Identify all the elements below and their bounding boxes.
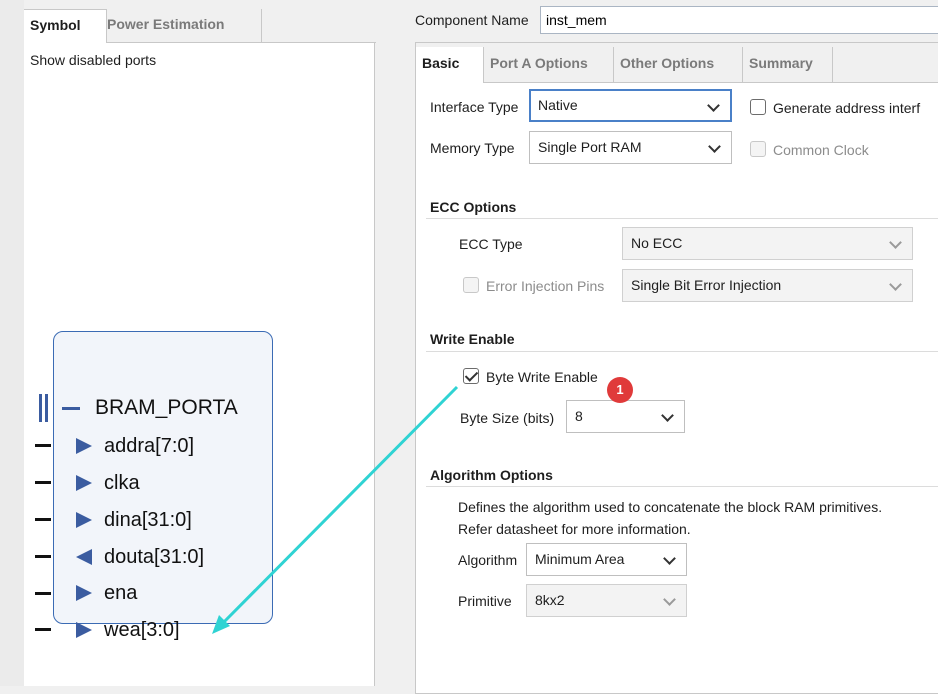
- input-arrow-icon: [76, 512, 92, 528]
- bus-connector-icon: [39, 394, 49, 422]
- memory-type-select[interactable]: Single Port RAM: [529, 131, 732, 164]
- port-wea: wea[3:0]: [104, 619, 180, 641]
- pin-line: [35, 518, 51, 521]
- byte-size-value: 8: [575, 408, 583, 424]
- left-tabbar: Symbol Power Estimation: [24, 6, 376, 44]
- algorithm-description-line2: Refer datasheet for more information.: [458, 521, 691, 537]
- generate-address-label: Generate address interf: [773, 100, 921, 116]
- interface-type-label: Interface Type: [430, 99, 519, 115]
- primitive-label: Primitive: [458, 593, 512, 609]
- pin-line: [35, 628, 51, 631]
- byte-size-label: Byte Size (bits): [460, 410, 555, 426]
- memory-type-label: Memory Type: [430, 140, 515, 156]
- tab-other-options[interactable]: Other Options: [614, 47, 743, 82]
- input-arrow-icon: [76, 585, 92, 601]
- algorithm-options-title: Algorithm Options: [430, 467, 553, 483]
- chevron-down-icon: [663, 593, 676, 606]
- chevron-down-icon: [889, 236, 902, 249]
- options-frame: Basic Port A Options Other Options Summa…: [415, 42, 938, 694]
- pin-line: [35, 481, 51, 484]
- section-divider: [426, 486, 938, 487]
- input-arrow-icon: [76, 622, 92, 638]
- error-injection-select[interactable]: Single Bit Error Injection: [622, 269, 913, 302]
- section-divider: [426, 351, 938, 352]
- chevron-down-icon: [661, 409, 674, 422]
- error-injection-checkbox[interactable]: [463, 277, 479, 293]
- memory-type-value: Single Port RAM: [538, 139, 642, 155]
- port-douta: douta[31:0]: [104, 546, 205, 568]
- primitive-select[interactable]: 8kx2: [526, 584, 687, 617]
- input-arrow-icon: [76, 438, 92, 454]
- algorithm-description-line1: Defines the algorithm used to concatenat…: [458, 499, 883, 515]
- ecc-type-select[interactable]: No ECC: [622, 227, 913, 260]
- byte-write-enable-checkbox[interactable]: [463, 368, 479, 384]
- byte-size-select[interactable]: 8: [566, 400, 685, 433]
- tab-symbol[interactable]: Symbol: [24, 9, 107, 44]
- generate-address-checkbox[interactable]: [750, 99, 766, 115]
- section-divider: [426, 218, 938, 219]
- interface-type-select[interactable]: Native: [529, 89, 732, 122]
- ecc-type-label: ECC Type: [459, 236, 523, 252]
- chevron-down-icon: [663, 552, 676, 565]
- primitive-value: 8kx2: [535, 592, 565, 608]
- component-name-input[interactable]: [540, 6, 938, 34]
- common-clock-checkbox[interactable]: [750, 141, 766, 157]
- collapse-icon[interactable]: [62, 407, 80, 410]
- port-addra: addra[7:0]: [104, 435, 195, 457]
- byte-write-enable-label: Byte Write Enable: [486, 369, 598, 385]
- algorithm-select[interactable]: Minimum Area: [526, 543, 687, 576]
- pin-line: [35, 592, 51, 595]
- tab-port-a-options[interactable]: Port A Options: [484, 47, 614, 82]
- algorithm-label: Algorithm: [458, 552, 518, 568]
- component-name-label: Component Name: [415, 12, 529, 28]
- tab-basic[interactable]: Basic: [416, 47, 484, 83]
- tab-summary[interactable]: Summary: [743, 47, 833, 82]
- algorithm-value: Minimum Area: [535, 551, 625, 567]
- left-panel: Symbol Power Estimation Show disabled po…: [0, 0, 376, 686]
- chevron-down-icon: [889, 278, 902, 291]
- chevron-down-icon: [708, 140, 721, 153]
- step-badge: 1: [607, 377, 633, 403]
- write-enable-title: Write Enable: [430, 331, 515, 347]
- show-disabled-ports-toggle[interactable]: Show disabled ports: [30, 52, 156, 68]
- error-injection-value: Single Bit Error Injection: [631, 277, 782, 293]
- right-panel: Component Name Basic Port A Options Othe…: [376, 0, 938, 694]
- error-injection-label: Error Injection Pins: [486, 278, 605, 294]
- tab-power-estimation[interactable]: Power Estimation: [101, 9, 262, 42]
- options-tabbar: Basic Port A Options Other Options Summa…: [416, 43, 938, 83]
- common-clock-label: Common Clock: [773, 142, 869, 158]
- bram-title: BRAM_PORTA: [95, 396, 238, 419]
- pin-line: [35, 555, 51, 558]
- pin-line: [35, 444, 51, 447]
- interface-type-value: Native: [538, 97, 578, 113]
- port-clka: clka: [104, 472, 140, 494]
- output-arrow-icon: [76, 549, 92, 565]
- port-dina: dina[31:0]: [104, 509, 192, 531]
- ecc-options-title: ECC Options: [430, 199, 517, 215]
- left-gutter: [0, 0, 24, 686]
- ecc-type-value: No ECC: [631, 235, 683, 251]
- chevron-down-icon: [707, 99, 720, 112]
- input-arrow-icon: [76, 475, 92, 491]
- port-ena: ena: [104, 582, 138, 604]
